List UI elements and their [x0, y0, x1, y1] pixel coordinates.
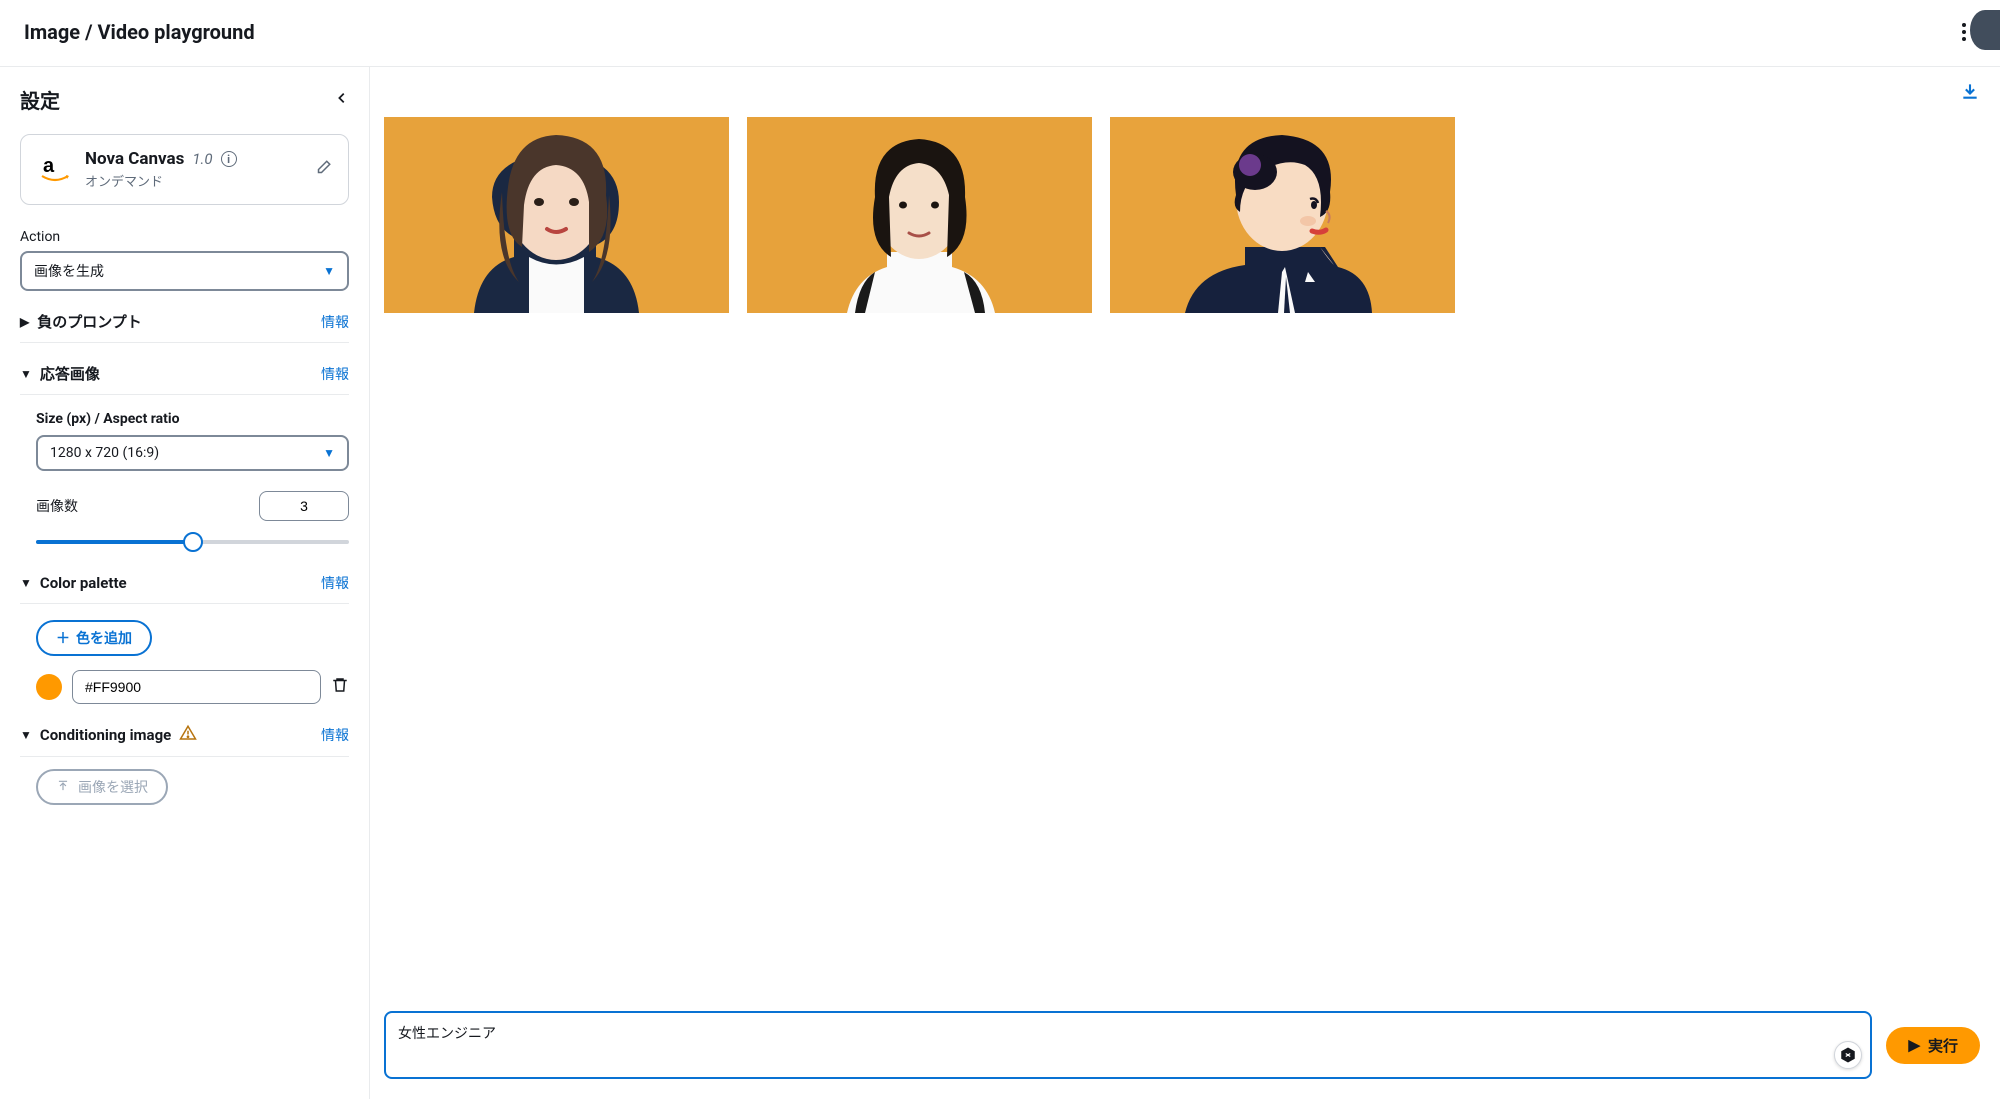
info-link[interactable]: 情報 — [321, 312, 349, 332]
settings-title: 設定 — [20, 85, 60, 114]
play-icon: ▶ — [1908, 1036, 1920, 1054]
color-palette-label: Color palette — [40, 574, 127, 592]
generated-image[interactable] — [747, 117, 1092, 313]
image-count-input[interactable] — [259, 491, 349, 521]
chevron-down-icon: ▼ — [20, 367, 32, 381]
warning-icon — [179, 724, 197, 746]
chevron-down-icon: ▼ — [20, 576, 32, 590]
info-link[interactable]: 情報 — [321, 725, 349, 745]
action-select[interactable]: 画像を生成 ▼ — [20, 251, 349, 291]
generated-images-row — [370, 67, 2000, 313]
amazon-logo-icon: a — [37, 152, 73, 188]
info-link[interactable]: 情報 — [321, 573, 349, 593]
main-canvas: 女性エンジニア ▶ 実行 — [370, 67, 2000, 1099]
upload-label: 画像を選択 — [78, 777, 148, 797]
size-label: Size (px) / Aspect ratio — [36, 411, 349, 427]
prompt-text: 女性エンジニア — [398, 1023, 1826, 1043]
model-subtitle: オンデマンド — [85, 171, 302, 190]
run-label: 実行 — [1928, 1035, 1958, 1056]
conditioning-image-header[interactable]: ▼ Conditioning image 情報 — [20, 712, 349, 757]
chevron-right-icon: ▶ — [20, 315, 29, 329]
color-hex-input[interactable] — [72, 670, 321, 704]
action-label: Action — [20, 229, 349, 245]
model-name: Nova Canvas — [85, 149, 184, 169]
info-link[interactable]: 情報 — [321, 364, 349, 384]
action-value: 画像を生成 — [34, 261, 104, 281]
generated-image[interactable] — [1110, 117, 1455, 313]
conditioning-image-label: Conditioning image — [40, 726, 171, 744]
negative-prompt-label: 負のプロンプト — [37, 311, 142, 332]
color-palette-header[interactable]: ▼ Color palette 情報 — [20, 561, 349, 604]
hex-badge-icon[interactable] — [1834, 1041, 1862, 1069]
download-icon[interactable] — [1960, 81, 1980, 106]
negative-prompt-header[interactable]: ▶ 負のプロンプト 情報 — [20, 299, 349, 343]
chevron-down-icon: ▼ — [20, 728, 32, 742]
response-image-label: 応答画像 — [40, 363, 100, 384]
caret-down-icon: ▼ — [323, 446, 335, 460]
model-selector-card[interactable]: a Nova Canvas 1.0 i オンデマンド — [20, 134, 349, 205]
edit-icon[interactable] — [314, 159, 332, 181]
image-count-slider[interactable] — [36, 531, 349, 553]
portrait-photo-1 — [384, 117, 729, 313]
add-color-button[interactable]: ＋ 色を追加 — [36, 620, 152, 656]
collapse-sidebar-icon[interactable] — [335, 89, 349, 110]
select-image-button[interactable]: 画像を選択 — [36, 769, 168, 805]
model-version: 1.0 — [192, 150, 212, 168]
portrait-illustration-3 — [1110, 117, 1455, 313]
info-icon[interactable]: i — [221, 151, 237, 167]
prompt-input[interactable]: 女性エンジニア — [384, 1011, 1872, 1079]
image-count-label: 画像数 — [36, 496, 78, 516]
avatar[interactable] — [1970, 10, 2000, 50]
svg-text:a: a — [43, 155, 55, 177]
plus-icon: ＋ — [56, 628, 70, 648]
settings-sidebar: 設定 a Nova Canvas 1.0 i オンデマンド Action — [0, 67, 370, 1099]
portrait-photo-2 — [747, 117, 1092, 313]
page-title: Image / Video playground — [24, 20, 255, 44]
page-header: Image / Video playground — [0, 0, 2000, 67]
response-image-header[interactable]: ▼ 応答画像 情報 — [20, 351, 349, 395]
caret-down-icon: ▼ — [323, 264, 335, 278]
color-swatch[interactable] — [36, 674, 62, 700]
upload-icon — [56, 779, 70, 796]
trash-icon[interactable] — [331, 676, 349, 699]
add-color-label: 色を追加 — [76, 628, 132, 648]
size-value: 1280 x 720 (16:9) — [50, 445, 159, 461]
size-select[interactable]: 1280 x 720 (16:9) ▼ — [36, 435, 349, 471]
run-button[interactable]: ▶ 実行 — [1886, 1027, 1980, 1064]
generated-image[interactable] — [384, 117, 729, 313]
